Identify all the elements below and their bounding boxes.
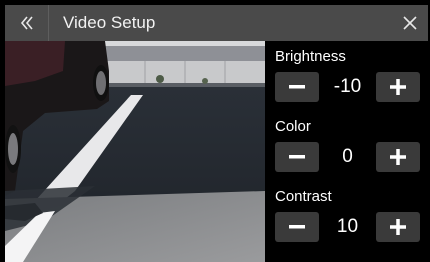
minus-icon [289,155,305,159]
brightness-stepper: -10 [275,72,420,102]
close-button[interactable] [392,5,428,41]
camera-preview [5,41,265,262]
brightness-setting: Brightness -10 [275,47,420,102]
page-title: Video Setup [63,13,156,32]
back-button[interactable] [5,5,49,41]
contrast-setting: Contrast 10 [275,187,420,242]
header-bar: Video Setup [5,5,428,41]
plus-icon [390,79,406,95]
brightness-value: -10 [333,76,362,97]
close-icon [403,16,417,30]
color-decrease-button[interactable] [275,142,319,172]
contrast-stepper: 10 [275,212,420,242]
brightness-label: Brightness [275,48,346,65]
color-label: Color [275,118,311,135]
plus-icon [390,149,406,165]
video-setup-screen: Video Setup Brightness -10 Color 0 Contr… [0,0,430,262]
video-settings-panel: Brightness -10 Color 0 Contrast 10 [265,41,428,262]
plus-icon [390,219,406,235]
color-setting: Color 0 [275,117,420,172]
double-chevron-left-icon [20,16,33,30]
contrast-label: Contrast [275,188,332,205]
color-stepper: 0 [275,142,420,172]
contrast-increase-button[interactable] [376,212,420,242]
brightness-decrease-button[interactable] [275,72,319,102]
contrast-value: 10 [336,216,359,237]
contrast-decrease-button[interactable] [275,212,319,242]
color-value: 0 [342,146,353,167]
minus-icon [289,225,305,229]
brightness-increase-button[interactable] [376,72,420,102]
minus-icon [289,85,305,89]
camera-image [5,41,265,262]
color-increase-button[interactable] [376,142,420,172]
